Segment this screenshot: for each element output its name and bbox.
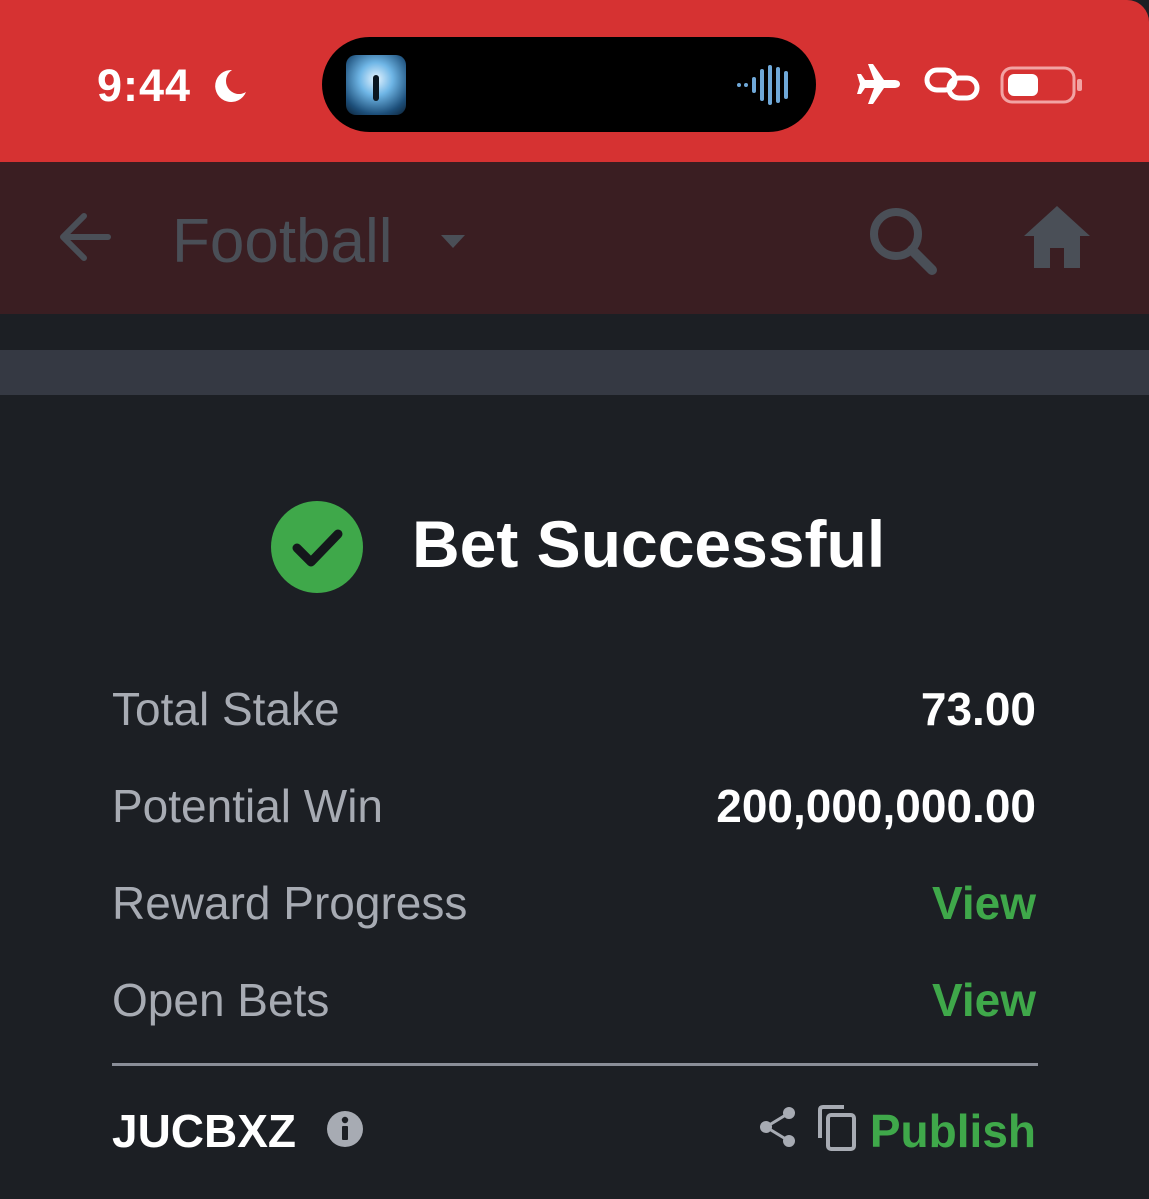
open-bets-row: Open Bets View <box>112 973 1036 1033</box>
total-stake-value: 73.00 <box>920 683 1036 735</box>
reward-progress-view-link[interactable]: View <box>932 876 1036 930</box>
status-bar: 9:44 <box>0 0 1149 162</box>
moon-icon <box>215 69 246 102</box>
total-stake-label: Total Stake <box>112 683 340 735</box>
link-icon <box>924 67 980 101</box>
top-navigation-bar: Football <box>0 162 1149 314</box>
divider <box>112 1063 1038 1066</box>
home-icon[interactable] <box>1022 204 1092 270</box>
check-circle-icon <box>271 501 363 593</box>
search-icon[interactable] <box>866 204 938 276</box>
dynamic-island[interactable] <box>322 37 816 132</box>
sport-title[interactable]: Football <box>172 206 393 277</box>
booking-code: JUCBXZ <box>112 1105 297 1157</box>
total-stake-row: Total Stake 73.00 <box>112 682 1036 742</box>
potential-win-value: 200,000,000.00 <box>716 780 1036 832</box>
potential-win-label: Potential Win <box>112 780 384 832</box>
info-icon[interactable] <box>326 1110 364 1148</box>
publish-button[interactable]: Publish <box>870 1104 1036 1158</box>
open-bets-view-link[interactable]: View <box>932 973 1036 1027</box>
potential-win-row: Potential Win 200,000,000.00 <box>112 779 1036 839</box>
caret-down-icon[interactable] <box>440 234 466 250</box>
back-arrow-icon[interactable] <box>56 208 114 266</box>
battery-icon <box>1000 66 1082 104</box>
now-playing-artwork[interactable] <box>346 55 406 115</box>
bet-success-header: Bet Successful <box>270 498 910 594</box>
share-icon[interactable] <box>758 1106 798 1148</box>
success-title: Bet Successful <box>412 507 886 581</box>
background-strip <box>0 314 1149 350</box>
sheet-handle-bar <box>0 350 1149 395</box>
artwork-figure <box>373 75 379 101</box>
reward-progress-row: Reward Progress View <box>112 876 1036 936</box>
airplane-icon <box>857 64 900 104</box>
reward-progress-label: Reward Progress <box>112 877 468 929</box>
status-time: 9:44 <box>97 60 192 111</box>
copy-icon[interactable] <box>816 1104 858 1152</box>
waveform-icon <box>737 65 788 105</box>
open-bets-label: Open Bets <box>112 974 330 1026</box>
